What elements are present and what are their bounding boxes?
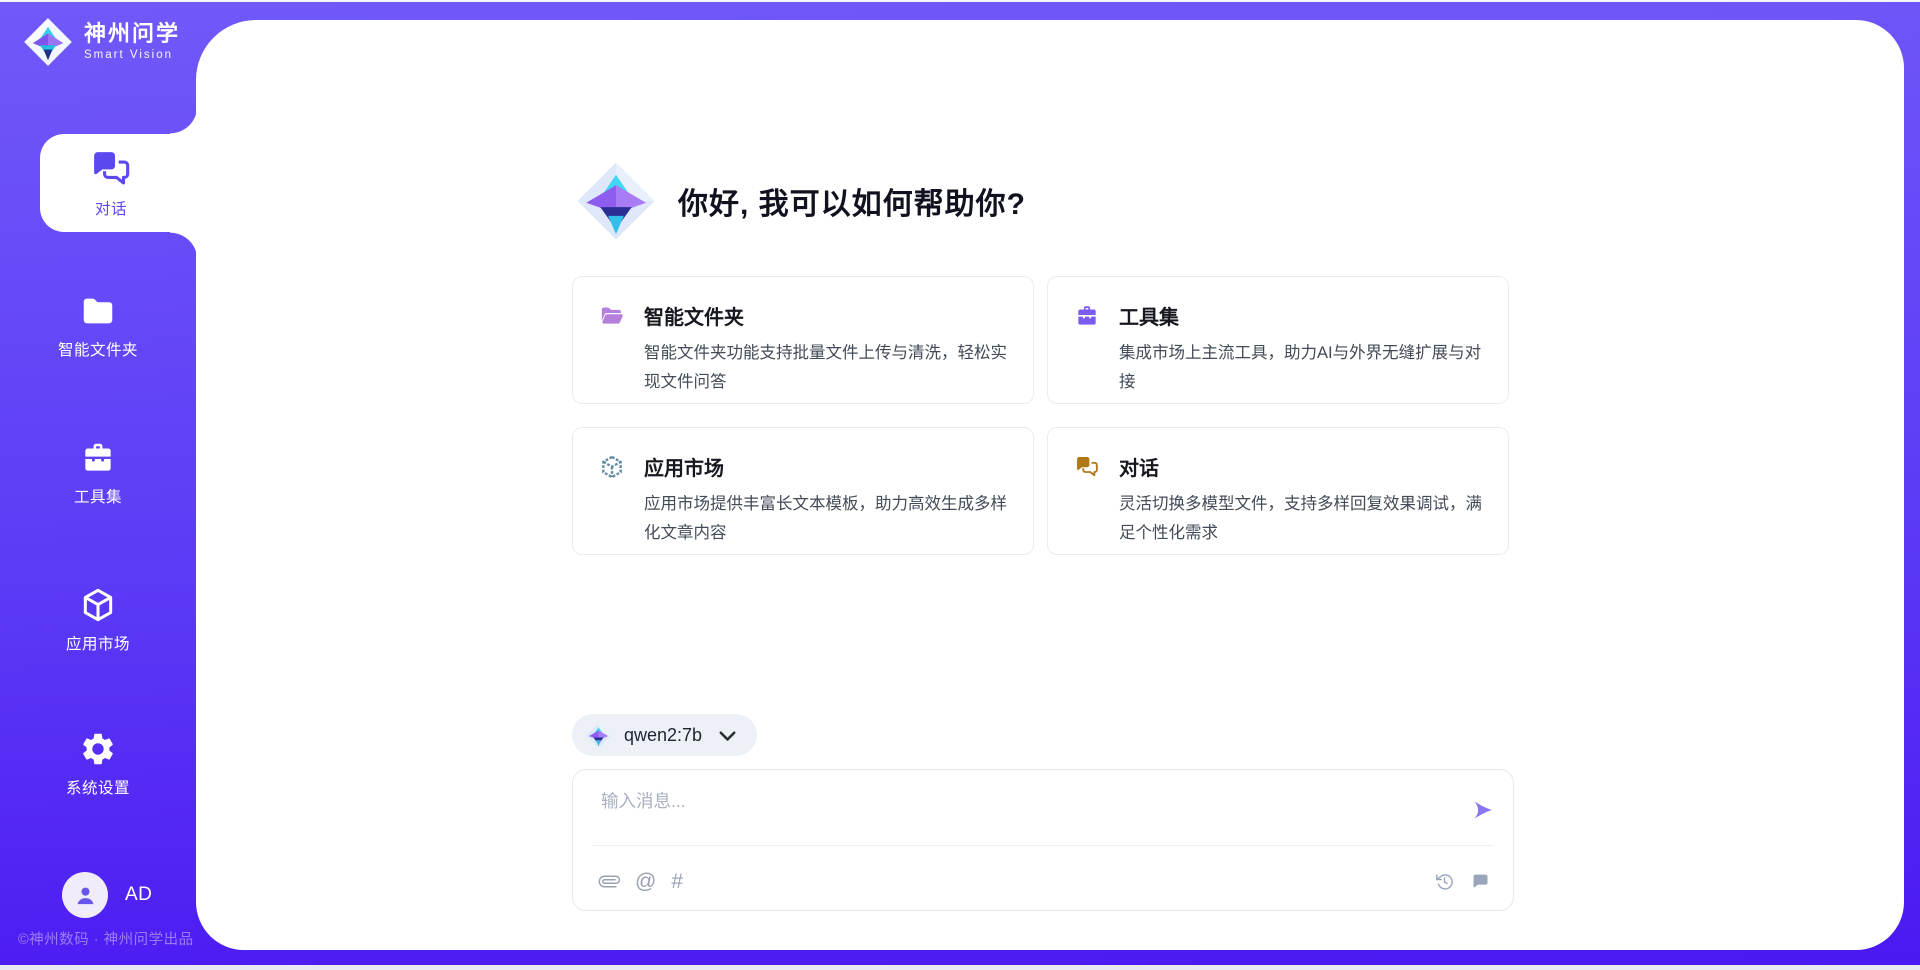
model-selector[interactable]: qwen2:7b	[572, 714, 757, 756]
card-description: 智能文件夹功能支持批量文件上传与清洗，轻松实现文件问答	[644, 339, 1009, 397]
card-title: 工具集	[1119, 301, 1179, 330]
model-diamond-icon	[585, 722, 612, 749]
card-title: 智能文件夹	[644, 301, 744, 330]
card-title: 对话	[1119, 452, 1159, 481]
sidebar-item-label: 对话	[95, 197, 127, 219]
sidebar-item-label: 工具集	[74, 485, 122, 507]
greeting-diamond-icon	[574, 158, 658, 244]
feature-cards: 智能文件夹 智能文件夹功能支持批量文件上传与清洗，轻松实现文件问答 工具集 集成…	[572, 276, 1509, 555]
sidebar-item-settings[interactable]: 系统设置	[0, 730, 196, 798]
cube-icon	[79, 586, 117, 624]
briefcase-icon	[79, 439, 117, 477]
avatar	[62, 872, 108, 918]
attach-file-icon[interactable]	[599, 871, 620, 892]
app-window: 神州问学 Smart Vision 对话 智能文件夹 工具集 应用市场 系统设置…	[0, 0, 1920, 970]
card-description: 应用市场提供丰富长文本模板，助力高效生成多样化文章内容	[644, 490, 1009, 548]
model-name: qwen2:7b	[624, 725, 702, 746]
cube-grid-icon	[599, 454, 625, 480]
user-name: AD	[125, 884, 152, 906]
greeting-block: 你好, 我可以如何帮助你?	[574, 158, 1026, 244]
card-toolset[interactable]: 工具集 集成市场上主流工具，助力AI与外界无缝扩展与对接	[1047, 276, 1509, 404]
card-description: 集成市场上主流工具，助力AI与外界无缝扩展与对接	[1119, 339, 1484, 397]
message-composer: @ #	[572, 769, 1514, 911]
brand-name: 神州问学	[84, 22, 180, 46]
card-description: 灵活切换多模型文件，支持多样回复效果调试，满足个性化需求	[1119, 490, 1484, 548]
chat-icon	[89, 147, 133, 191]
sidebar-item-label: 应用市场	[66, 632, 130, 654]
sidebar-item-smart-folder[interactable]: 智能文件夹	[0, 292, 196, 360]
folder-open-icon	[599, 303, 625, 329]
folder-icon	[79, 292, 117, 330]
sidebar-item-chat[interactable]: 对话	[40, 134, 198, 232]
chevron-down-icon	[714, 722, 741, 749]
history-icon[interactable]	[1434, 871, 1455, 892]
send-button[interactable]	[1471, 798, 1495, 822]
copyright-text: ©神州数码 · 神州问学出品	[18, 928, 194, 949]
message-input[interactable]	[599, 786, 1443, 840]
hashtag-icon[interactable]: #	[671, 871, 683, 892]
sidebar-item-app-market[interactable]: 应用市场	[0, 586, 196, 654]
composer-divider	[593, 845, 1493, 846]
greeting-text: 你好, 我可以如何帮助你?	[678, 179, 1026, 223]
brand-diamond-icon	[22, 16, 74, 68]
sidebar-item-label: 智能文件夹	[58, 338, 138, 360]
gear-icon	[79, 730, 117, 768]
person-icon	[72, 882, 99, 909]
comment-icon[interactable]	[1470, 871, 1491, 892]
sidebar-item-toolset[interactable]: 工具集	[0, 439, 196, 507]
window-bottom-edge	[0, 965, 1920, 970]
main-content-panel: 你好, 我可以如何帮助你? 智能文件夹 智能文件夹功能支持批量文件上传与清洗，轻…	[196, 20, 1904, 950]
card-app-market[interactable]: 应用市场 应用市场提供丰富长文本模板，助力高效生成多样化文章内容	[572, 427, 1034, 555]
brand-subtitle: Smart Vision	[84, 49, 180, 62]
card-smart-folder[interactable]: 智能文件夹 智能文件夹功能支持批量文件上传与清洗，轻松实现文件问答	[572, 276, 1034, 404]
card-title: 应用市场	[644, 452, 724, 481]
briefcase-icon	[1074, 303, 1100, 329]
mention-icon[interactable]: @	[635, 871, 656, 892]
chat-icon	[1074, 454, 1100, 480]
user-account[interactable]: AD	[62, 872, 152, 918]
sidebar-item-label: 系统设置	[66, 776, 130, 798]
window-top-edge	[0, 0, 1920, 2]
brand-logo-block: 神州问学 Smart Vision	[22, 16, 180, 68]
card-chat[interactable]: 对话 灵活切换多模型文件，支持多样回复效果调试，满足个性化需求	[1047, 427, 1509, 555]
